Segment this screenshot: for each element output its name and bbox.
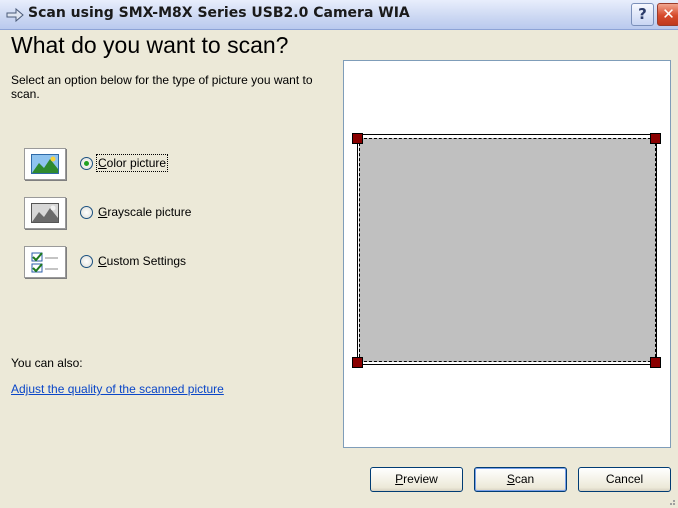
grayscale-picture-radio[interactable] — [80, 206, 93, 219]
resize-handle-top-right[interactable] — [650, 133, 661, 144]
resize-handle-bottom-right[interactable] — [650, 357, 661, 368]
close-button[interactable]: ✕ — [657, 3, 678, 26]
page-title: What do you want to scan? — [11, 32, 289, 58]
instruction-text: Select an option below for the type of p… — [11, 73, 313, 101]
grayscale-picture-icon[interactable] — [24, 197, 66, 229]
custom-settings-radio[interactable] — [80, 255, 93, 268]
color-picture-icon[interactable] — [24, 148, 66, 180]
cancel-button[interactable]: Cancel — [578, 467, 671, 492]
title-bar: Scan using SMX-M8X Series USB2.0 Camera … — [0, 0, 678, 30]
color-picture-label[interactable]: Color picture — [95, 154, 169, 172]
custom-settings-label[interactable]: Custom Settings — [98, 254, 186, 268]
also-text: You can also: — [11, 356, 83, 370]
help-button[interactable]: ? — [631, 3, 654, 26]
resize-handle-bottom-left[interactable] — [352, 357, 363, 368]
scan-selection-area[interactable] — [359, 138, 656, 362]
adjust-quality-link[interactable]: Adjust the quality of the scanned pictur… — [11, 382, 224, 396]
custom-settings-icon[interactable] — [24, 246, 66, 278]
scan-button[interactable]: Scan — [474, 467, 567, 492]
resize-handle-top-left[interactable] — [352, 133, 363, 144]
color-picture-radio[interactable] — [80, 157, 93, 170]
scanner-arrow-icon — [6, 7, 24, 23]
resize-grip-icon[interactable] — [666, 496, 676, 506]
window-title: Scan using SMX-M8X Series USB2.0 Camera … — [28, 5, 410, 21]
grayscale-picture-label[interactable]: Grayscale picture — [98, 205, 191, 219]
preview-button[interactable]: Preview — [370, 467, 463, 492]
